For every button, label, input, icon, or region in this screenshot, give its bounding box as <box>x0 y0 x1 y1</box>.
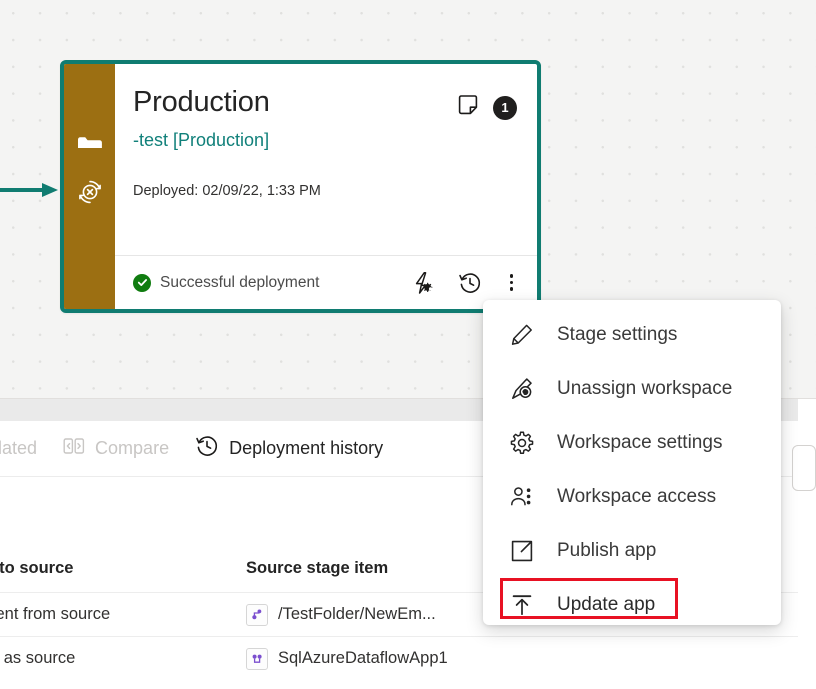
incoming-arrow <box>0 182 62 198</box>
deployment-rules-icon[interactable] <box>412 271 436 295</box>
stage-footer-actions <box>412 271 524 295</box>
upload-arrow-icon <box>509 592 535 618</box>
status-badge[interactable]: 1 <box>493 95 517 120</box>
note-icon[interactable] <box>457 94 479 121</box>
dataflow-icon <box>246 603 268 626</box>
menu-item-stage-settings[interactable]: Stage settings <box>483 308 781 362</box>
stage-main: Production 1 -test [Production] Deployed… <box>115 64 537 255</box>
app-screenshot-root: Production 1 -test [Production] Deployed… <box>0 0 816 689</box>
stage-footer: Successful deployment <box>115 255 537 309</box>
deployment-history-icon[interactable] <box>458 271 482 295</box>
people-icon <box>509 484 535 510</box>
gear-icon <box>509 430 535 456</box>
unassign-refresh-icon <box>75 177 105 212</box>
stage-title-row: Production 1 <box>133 88 517 121</box>
menu-item-publish-app-label: Publish app <box>557 540 657 561</box>
stage-title-actions: 1 <box>457 88 517 121</box>
cell-compare-status: e as source <box>0 649 76 667</box>
deployed-timestamp: Deployed: 02/09/22, 1:33 PM <box>133 182 321 199</box>
stage-context-menu[interactable]: Stage settings Unassign workspace Worksp… <box>483 300 781 625</box>
open-external-icon <box>509 538 535 564</box>
more-options-icon[interactable] <box>504 274 520 291</box>
search-input[interactable] <box>792 445 816 491</box>
cell-source-item-label: SqlAzureDataflowApp1 <box>278 649 448 667</box>
pencil-icon <box>509 322 535 348</box>
menu-item-workspace-access[interactable]: Workspace access <box>483 470 781 524</box>
workspace-name[interactable]: -test [Production] <box>133 130 517 151</box>
pencil-unassign-icon <box>509 376 535 402</box>
menu-item-update-app-label: Update app <box>557 594 656 615</box>
cell-source-item-label: /TestFolder/NewEm... <box>278 605 436 623</box>
cell-source-item: SqlAzureDataflowApp1 <box>246 647 798 670</box>
stage-body: Production 1 -test [Production] Deployed… <box>115 64 537 309</box>
toolbar-item-deployment-history-label: Deployment history <box>229 438 384 458</box>
history-icon <box>195 434 219 463</box>
dataflow-icon <box>246 647 268 670</box>
toolbar-item-compare-label: Compare <box>95 438 170 458</box>
toolbar-item-unrelated[interactable]: related <box>0 438 37 459</box>
toolbar-item-unrelated-label: related <box>0 438 38 458</box>
page-title: Production <box>133 86 270 118</box>
deployment-status-label: Successful deployment <box>160 273 320 291</box>
menu-item-update-app[interactable]: Update app <box>483 578 781 632</box>
menu-item-workspace-settings[interactable]: Workspace settings <box>483 416 781 470</box>
menu-item-publish-app[interactable]: Publish app <box>483 524 781 578</box>
toolbar-item-compare[interactable]: Compare <box>63 435 169 462</box>
deployment-status: Successful deployment <box>133 273 412 292</box>
menu-item-unassign-workspace[interactable]: Unassign workspace <box>483 362 781 416</box>
deployment-stage-card[interactable]: Production 1 -test [Production] Deployed… <box>60 60 541 313</box>
stage-rail <box>64 64 115 309</box>
column-header-compare-to-source[interactable]: l to source <box>0 559 246 578</box>
compare-icon <box>63 435 85 462</box>
menu-item-workspace-access-label: Workspace access <box>557 486 717 507</box>
workspace-folder-icon <box>77 136 103 159</box>
toolbar-item-deployment-history[interactable]: Deployment history <box>195 434 383 463</box>
menu-item-workspace-settings-label: Workspace settings <box>557 432 723 453</box>
check-circle-icon <box>133 273 151 292</box>
cell-compare-status: rent from source <box>0 605 111 623</box>
menu-item-stage-settings-label: Stage settings <box>557 324 678 345</box>
menu-item-unassign-workspace-label: Unassign workspace <box>557 378 733 399</box>
table-row[interactable]: e as source SqlAzureDataflowApp1 <box>0 636 798 680</box>
